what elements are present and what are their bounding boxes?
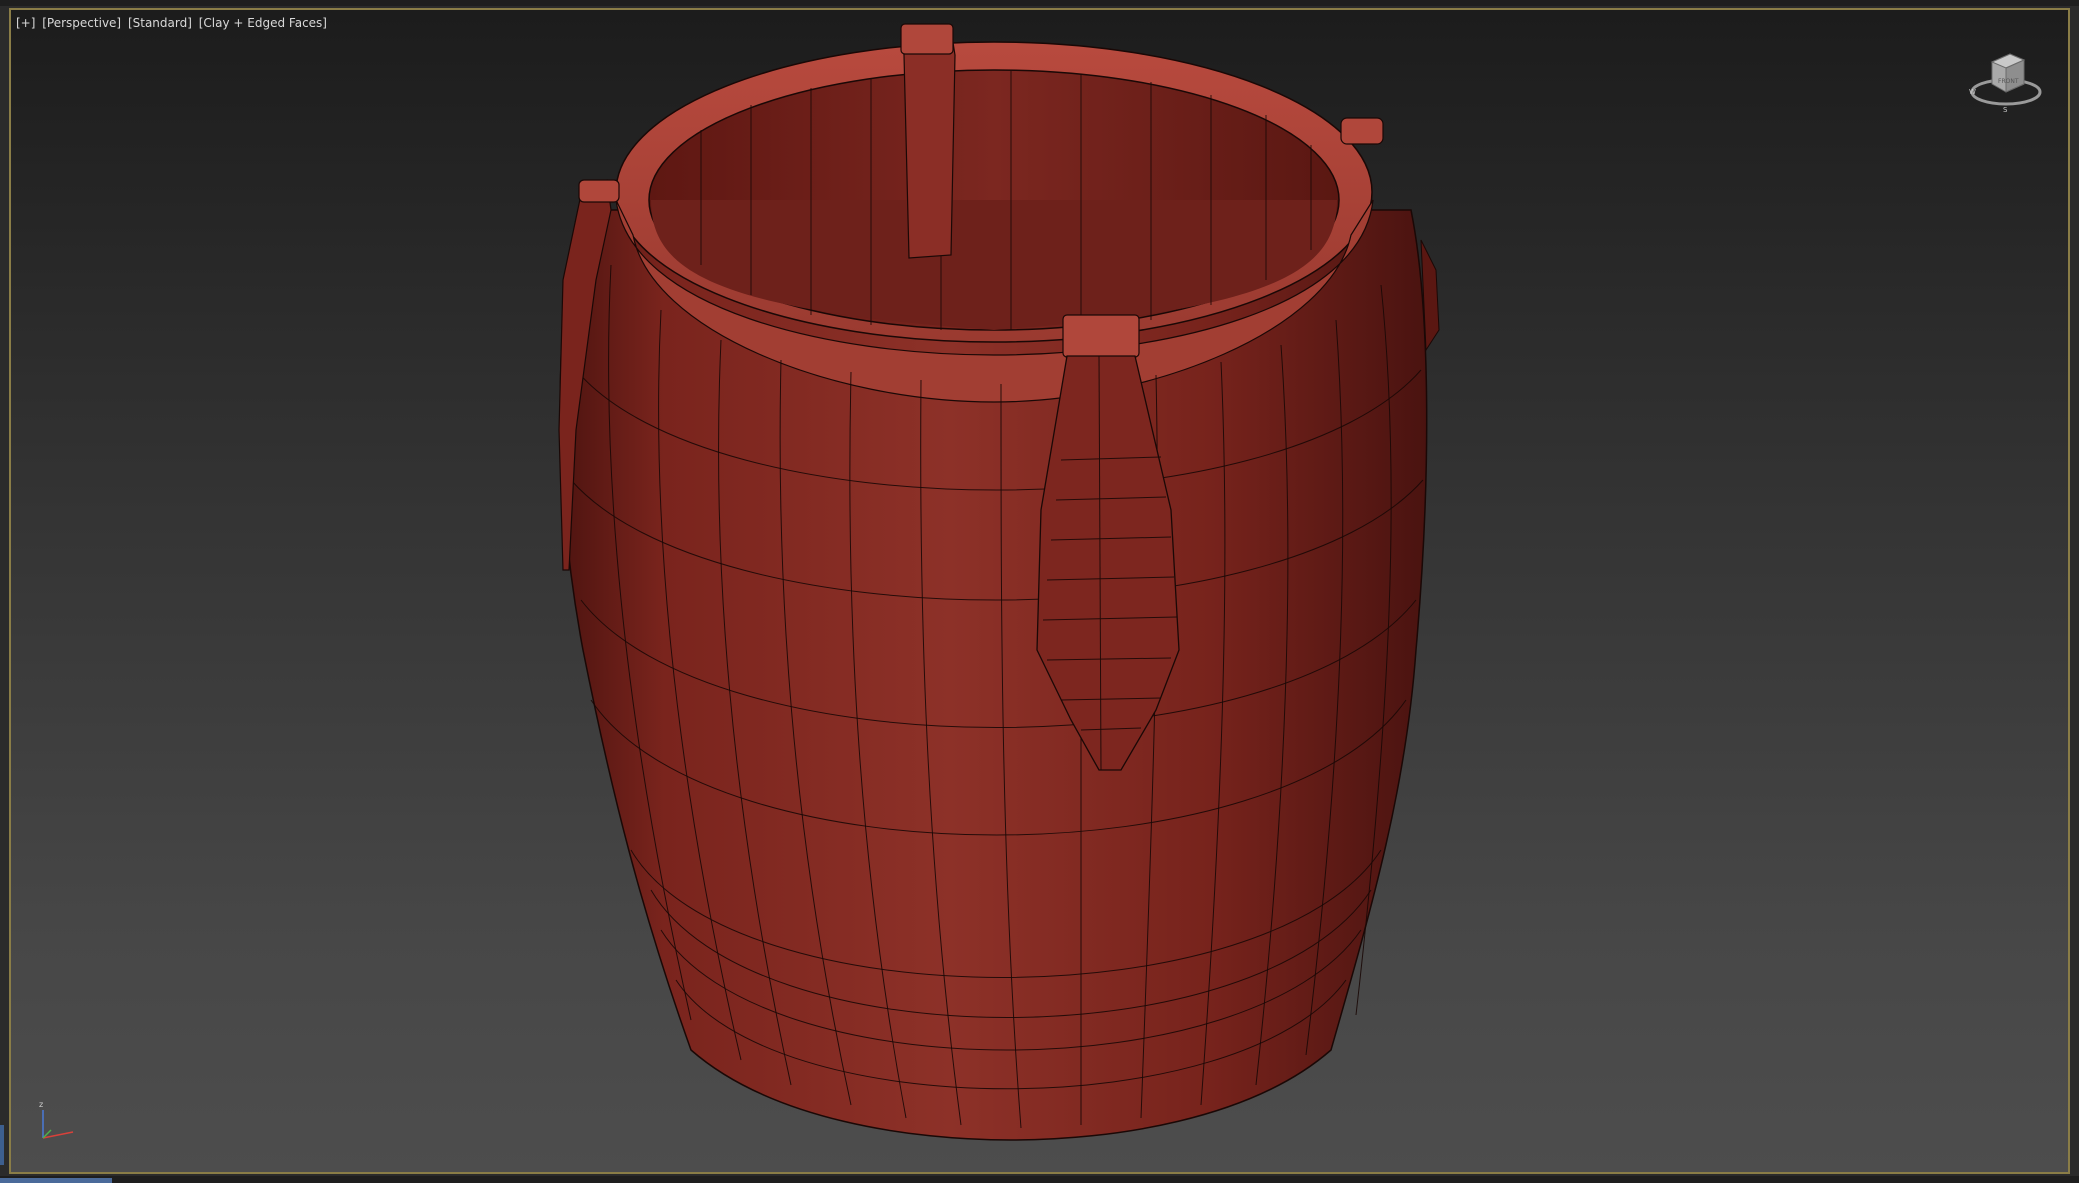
axis-z-label: z <box>39 1100 43 1109</box>
top-strip <box>0 0 2079 6</box>
barrel-model[interactable] <box>11 10 2070 1174</box>
viewport-style-menu[interactable]: [Clay + Edged Faces] <box>199 16 327 30</box>
left-panel-edge <box>0 1125 4 1165</box>
bottom-tab[interactable] <box>0 1178 112 1183</box>
app-window: [+] [Perspective] [Standard] [Clay + Edg… <box>0 0 2079 1183</box>
compass-s: S <box>2003 106 2008 114</box>
perspective-viewport[interactable]: [+] [Perspective] [Standard] [Clay + Edg… <box>9 8 2070 1174</box>
viewport-view-menu[interactable]: [Perspective] <box>42 16 121 30</box>
viewcube-face-label: FRONT <box>1998 78 2019 85</box>
viewport-label[interactable]: [+] [Perspective] [Standard] [Clay + Edg… <box>16 16 330 30</box>
axis-tripod-icon: z <box>39 1100 74 1139</box>
compass-w: W <box>1969 88 1976 96</box>
viewport-shading-menu[interactable]: [Standard] <box>128 16 192 30</box>
bottom-strip <box>0 1176 2079 1183</box>
viewport-plus-menu[interactable]: [+] <box>16 16 35 30</box>
viewcube-icon[interactable]: FRONT W S <box>1966 40 2046 120</box>
